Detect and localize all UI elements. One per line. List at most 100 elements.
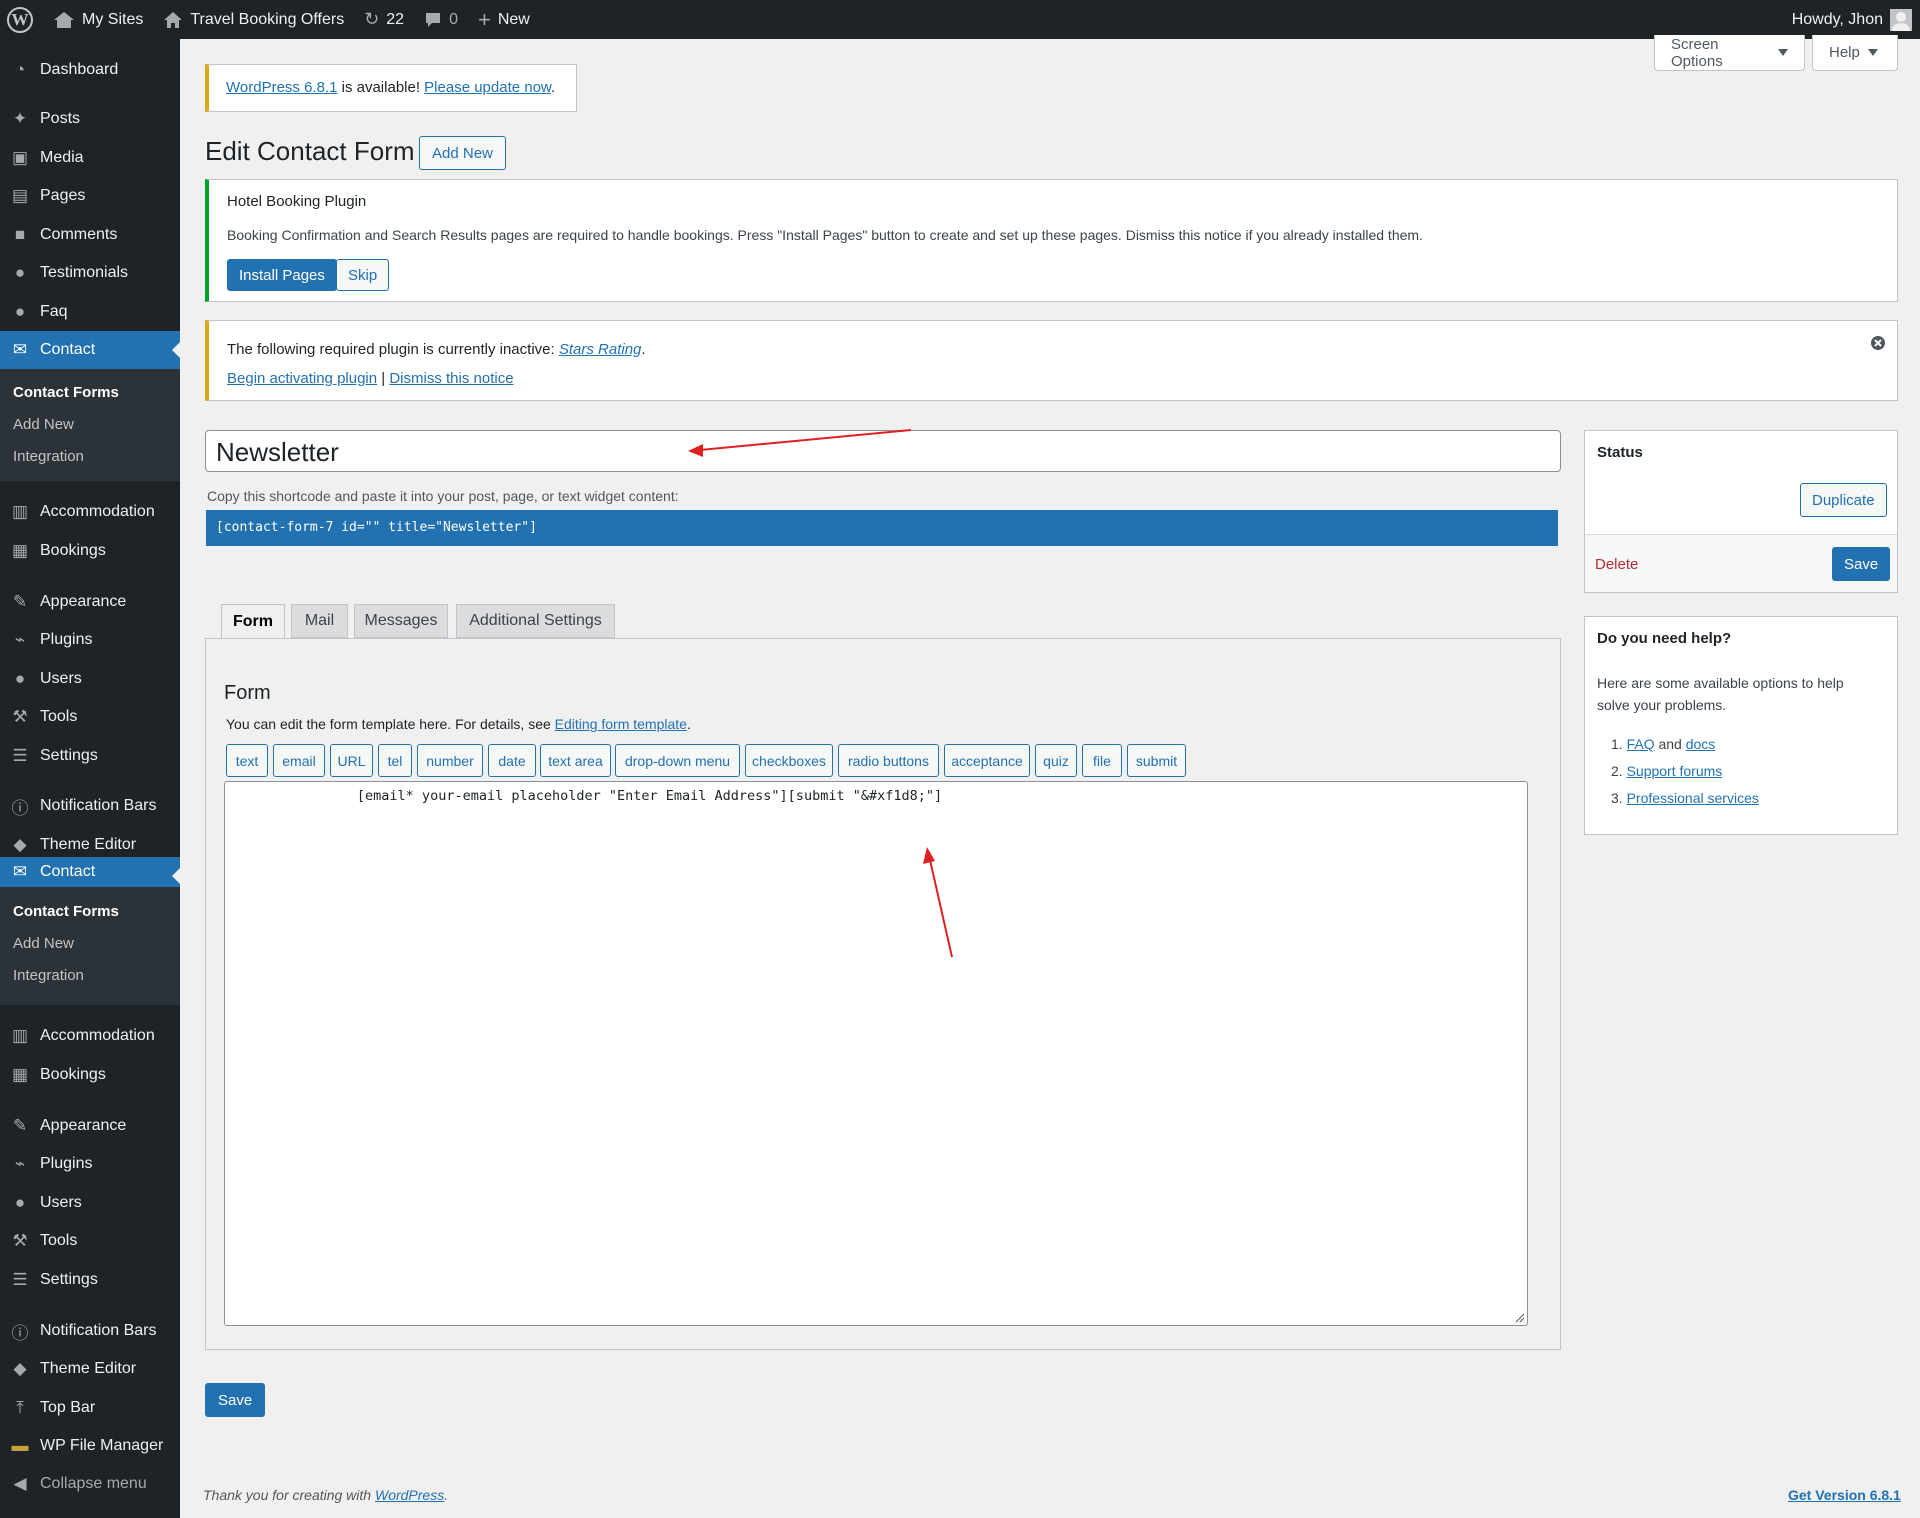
menu-label: Accommodation xyxy=(40,1027,155,1044)
tag-email-button[interactable]: email xyxy=(273,744,325,777)
add-new-button[interactable]: Add New xyxy=(419,136,506,170)
update-now-link[interactable]: Please update now xyxy=(424,79,551,96)
tag-text-button[interactable]: text xyxy=(226,744,268,777)
tag-dropdown-button[interactable]: drop-down menu xyxy=(615,744,740,777)
wordpress-logo-menu[interactable]: W xyxy=(0,0,43,39)
tab-form[interactable]: Form xyxy=(221,604,285,639)
tag-file-button[interactable]: file xyxy=(1082,744,1122,777)
updates-menu[interactable]: ↻ 22 xyxy=(354,0,414,39)
submenu-contact-forms[interactable]: Contact Forms xyxy=(0,895,180,927)
menu-testimonials[interactable]: ● Testimonials xyxy=(0,254,180,292)
menu-settings[interactable]: ☰ Settings xyxy=(0,737,180,775)
tag-textarea-button[interactable]: text area xyxy=(540,744,611,777)
duplicate-button[interactable]: Duplicate xyxy=(1800,483,1887,517)
calendar-icon: ▦ xyxy=(11,1065,29,1084)
new-content-menu[interactable]: + New xyxy=(468,0,540,39)
dismiss-close-icon[interactable] xyxy=(1869,334,1887,352)
menu-media[interactable]: ▣ Media xyxy=(0,139,180,177)
collapse-menu-button[interactable]: ◀ Collapse menu xyxy=(0,1465,180,1503)
menu-plugins[interactable]: ⌁ Plugins xyxy=(0,1145,180,1183)
submenu-contact-forms[interactable]: Contact Forms xyxy=(0,376,180,408)
menu-tools[interactable]: ⚒ Tools xyxy=(0,698,180,736)
tag-number-button[interactable]: number xyxy=(417,744,483,777)
menu-contact-duplicate[interactable]: ✉ Contact xyxy=(0,857,180,887)
tab-messages[interactable]: Messages xyxy=(354,604,448,638)
my-account-menu[interactable]: Howdy, Jhon xyxy=(1782,0,1920,39)
faq-link[interactable]: FAQ xyxy=(1627,736,1655,752)
my-sites-menu[interactable]: My Sites xyxy=(43,0,153,39)
menu-contact[interactable]: ✉ Contact xyxy=(0,331,180,369)
dismiss-notice-link[interactable]: Dismiss this notice xyxy=(389,370,513,387)
menu-top-bar[interactable]: ⤒ Top Bar xyxy=(0,1389,180,1427)
tag-quiz-button[interactable]: quiz xyxy=(1035,744,1077,777)
envelope-icon: ✉ xyxy=(12,340,28,359)
menu-bookings[interactable]: ▦ Bookings xyxy=(0,532,180,570)
submenu-add-new[interactable]: Add New xyxy=(0,408,180,440)
menu-comments[interactable]: ■ Comments xyxy=(0,216,180,254)
menu-appearance[interactable]: ✎ Appearance xyxy=(0,1107,180,1145)
form-template-textarea[interactable]: [email* your-email placeholder "Enter Em… xyxy=(224,781,1528,1326)
site-name-menu[interactable]: Travel Booking Offers xyxy=(153,0,354,39)
save-button-side[interactable]: Save xyxy=(1832,547,1891,581)
menu-accommodation[interactable]: ▥ Accommodation xyxy=(0,493,180,531)
menu-notification-bars[interactable]: ⓘ Notification Bars xyxy=(0,1312,180,1350)
menu-theme-editor[interactable]: ◆ Theme Editor xyxy=(0,1350,180,1388)
submenu-integration[interactable]: Integration xyxy=(0,440,180,472)
delete-link[interactable]: Delete xyxy=(1595,556,1638,573)
tab-mail[interactable]: Mail xyxy=(291,604,348,638)
tag-tel-button[interactable]: tel xyxy=(378,744,412,777)
menu-wp-file-manager[interactable]: ▬ WP File Manager xyxy=(0,1427,180,1465)
menu-users[interactable]: ● Users xyxy=(0,660,180,698)
tag-url-button[interactable]: URL xyxy=(330,744,373,777)
wordpress-icon: W xyxy=(7,6,33,33)
new-label: New xyxy=(497,10,530,28)
help-box-text: Here are some available options to help … xyxy=(1597,675,1844,713)
tab-additional-settings[interactable]: Additional Settings xyxy=(456,604,615,638)
menu-label: Tools xyxy=(40,1232,78,1249)
begin-activating-link[interactable]: Begin activating plugin xyxy=(227,370,377,387)
stars-rating-link[interactable]: Stars Rating xyxy=(559,341,642,358)
menu-notification-bars[interactable]: ⓘ Notification Bars xyxy=(0,787,180,825)
form-title-input[interactable]: Newsletter xyxy=(205,430,1561,472)
menu-settings[interactable]: ☰ Settings xyxy=(0,1261,180,1299)
screen-options-button[interactable]: Screen Options xyxy=(1654,35,1805,71)
resize-handle-icon[interactable] xyxy=(1515,1313,1525,1323)
collapse-arrow-icon: ◀ xyxy=(13,1474,27,1493)
menu-label: Bookings xyxy=(40,542,106,559)
menu-pages[interactable]: ▤ Pages xyxy=(0,177,180,215)
footer-wordpress-link[interactable]: WordPress xyxy=(375,1487,444,1503)
tag-radio-buttons-button[interactable]: radio buttons xyxy=(838,744,939,777)
support-forums-link[interactable]: Support forums xyxy=(1627,763,1723,779)
comments-menu[interactable]: 0 xyxy=(414,0,468,39)
menu-users[interactable]: ● Users xyxy=(0,1184,180,1222)
menu-appearance[interactable]: ✎ Appearance xyxy=(0,583,180,621)
save-button-bottom[interactable]: Save xyxy=(205,1383,266,1417)
submenu-add-new[interactable]: Add New xyxy=(0,927,180,959)
submenu-integration[interactable]: Integration xyxy=(0,959,180,991)
menu-posts[interactable]: ✦ Posts xyxy=(0,100,180,138)
menu-dashboard[interactable]: ◔ Dashboard xyxy=(0,51,180,89)
my-sites-label: My Sites xyxy=(82,10,144,28)
install-pages-button[interactable]: Install Pages xyxy=(227,259,337,291)
update-notice: WordPress 6.8.1 is available! Please upd… xyxy=(205,64,577,112)
wordpress-version-link[interactable]: WordPress 6.8.1 xyxy=(226,79,337,96)
tag-checkboxes-button[interactable]: checkboxes xyxy=(745,744,833,777)
docs-link[interactable]: docs xyxy=(1686,736,1716,752)
menu-bookings[interactable]: ▦ Bookings xyxy=(0,1056,180,1094)
menu-accommodation[interactable]: ▥ Accommodation xyxy=(0,1017,180,1055)
skip-button[interactable]: Skip xyxy=(336,259,390,291)
menu-faq[interactable]: ● Faq xyxy=(0,293,180,331)
tag-acceptance-button[interactable]: acceptance xyxy=(944,744,1030,777)
updates-icon: ↻ xyxy=(364,9,380,29)
tag-date-button[interactable]: date xyxy=(488,744,536,777)
menu-plugins[interactable]: ⌁ Plugins xyxy=(0,621,180,659)
menu-label: Settings xyxy=(40,747,98,764)
editing-form-template-link[interactable]: Editing form template xyxy=(555,716,687,732)
menu-label: Contact xyxy=(40,863,96,880)
tag-submit-button[interactable]: submit xyxy=(1127,744,1186,777)
footer-version-link[interactable]: Get Version 6.8.1 xyxy=(1788,1487,1901,1503)
menu-tools[interactable]: ⚒ Tools xyxy=(0,1222,180,1260)
help-button[interactable]: Help xyxy=(1812,35,1898,71)
shortcode-field[interactable]: [contact-form-7 id="" title="Newsletter"… xyxy=(206,510,1558,546)
professional-services-link[interactable]: Professional services xyxy=(1627,790,1759,806)
